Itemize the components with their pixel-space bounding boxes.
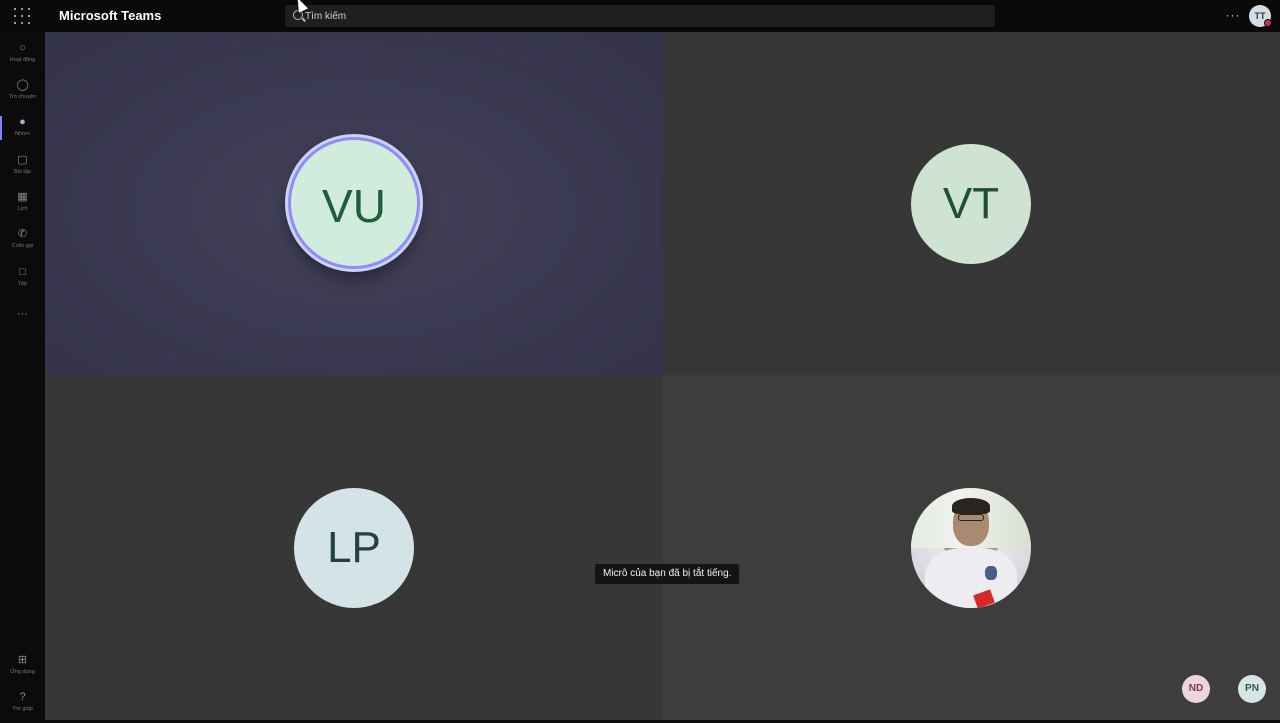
assignments-icon: ▢ [17, 154, 28, 166]
help-icon: ? [19, 691, 26, 703]
rail-item-files[interactable]: □ Tệp [0, 262, 45, 298]
bell-icon: ○ [19, 42, 26, 54]
chat-icon: ◯ [16, 79, 29, 91]
rail-item-chat[interactable]: ◯ Trò chuyện [0, 75, 45, 111]
app-launcher-icon[interactable] [13, 7, 31, 25]
app-title: Microsoft Teams [59, 8, 162, 23]
overflow-participant-avatar[interactable]: PN [1238, 675, 1266, 703]
rail-item-apps[interactable]: ⊞ Ứng dụng [0, 650, 45, 686]
mic-muted-toast: Micrô của bạn đã bị tắt tiếng. [594, 563, 741, 585]
rail-item-calls[interactable]: ✆ Cuộc gọi [0, 224, 45, 260]
search-box[interactable] [285, 5, 995, 27]
participant-tile[interactable]: VT [662, 32, 1280, 375]
rail-item-label: Bài tập [13, 169, 32, 175]
rail-item-label: Ứng dụng [10, 669, 35, 675]
rail-item-label: Trò chuyện [8, 94, 37, 100]
rail-item-calendar[interactable]: ▦ Lịch [0, 187, 45, 223]
participant-avatar: VT [911, 144, 1031, 264]
rail-item-label: Tệp [17, 281, 28, 287]
more-icon: ··· [17, 308, 28, 320]
calendar-icon: ▦ [17, 191, 28, 203]
participant-tile[interactable]: VU [45, 32, 662, 375]
meeting-stage: VU VT LP [45, 32, 1280, 720]
rail-item-label: Cuộc gọi [11, 243, 34, 249]
rail-item-label: Nhóm [15, 131, 30, 137]
app-rail: ○ Hoạt động ◯ Trò chuyện ● Nhóm ▢ Bài tậ… [0, 32, 45, 720]
file-icon: □ [19, 266, 26, 278]
rail-item-help[interactable]: ? Trợ giúp [0, 687, 45, 723]
more-options-icon[interactable]: ··· [1224, 6, 1242, 24]
participant-tile[interactable] [662, 375, 1280, 720]
overflow-participant-avatar[interactable]: ND [1182, 675, 1210, 703]
rail-item-label: Trợ giúp [12, 706, 33, 712]
apps-icon: ⊞ [17, 654, 28, 666]
participant-avatar: LP [294, 488, 414, 608]
rail-item-label: Hoạt động [9, 57, 36, 63]
phone-icon: ✆ [17, 228, 28, 240]
participant-avatar: VU [288, 137, 420, 269]
rail-item-teams[interactable]: ● Nhóm [0, 112, 45, 148]
rail-item-label: Lịch [17, 206, 28, 212]
teams-icon: ● [19, 116, 26, 128]
participant-tile[interactable]: LP [45, 375, 662, 720]
title-bar: Microsoft Teams ··· TT [0, 0, 1280, 32]
participant-photo [911, 488, 1031, 608]
search-input[interactable] [305, 5, 985, 27]
rail-item-activity[interactable]: ○ Hoạt động [0, 38, 45, 74]
rail-item-more[interactable]: ··· [0, 304, 45, 340]
rail-item-assignments[interactable]: ▢ Bài tập [0, 150, 45, 186]
status-indicator [1264, 19, 1272, 27]
